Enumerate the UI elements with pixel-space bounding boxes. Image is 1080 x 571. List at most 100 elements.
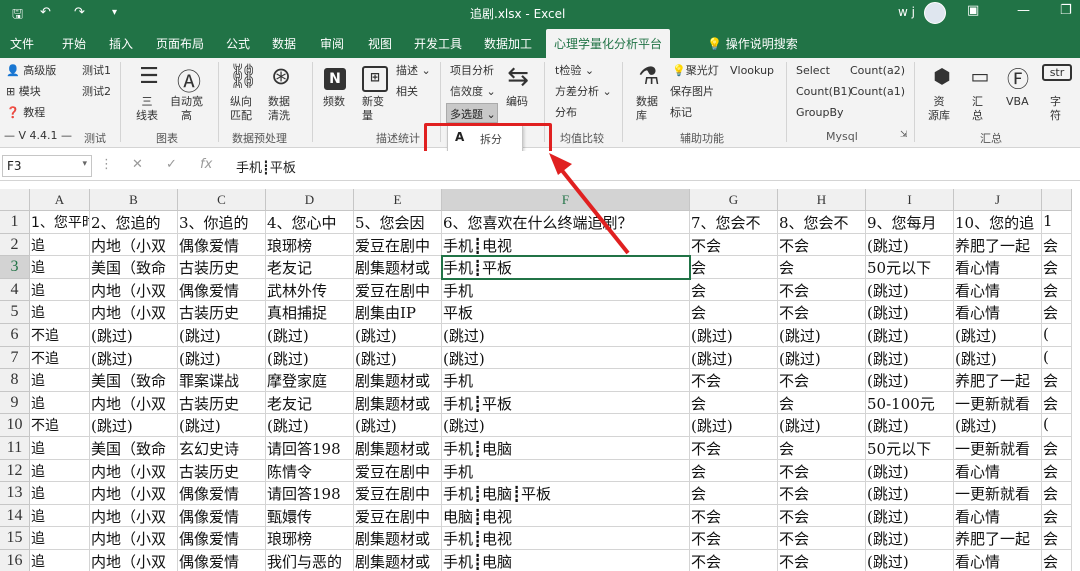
table-cell[interactable]: 1 xyxy=(1042,211,1072,234)
table-cell[interactable]: 平板 xyxy=(442,301,690,324)
reliability-button[interactable]: 信效度 ⌄ xyxy=(450,85,496,99)
table-cell[interactable]: 不会 xyxy=(778,233,866,257)
table-cell[interactable]: 会 xyxy=(778,391,866,415)
tutorial-button[interactable]: ❓ 教程 xyxy=(6,106,45,120)
tab-9[interactable]: 数据加工 xyxy=(484,35,532,52)
table-cell[interactable]: 不会 xyxy=(778,278,866,302)
table-cell[interactable]: 手机 xyxy=(442,278,690,302)
table-cell[interactable]: 摩登家庭 xyxy=(266,369,354,392)
count-b1-button[interactable]: Count(B1) xyxy=(796,85,852,99)
tab-7[interactable]: 视图 xyxy=(368,35,392,52)
tag-button[interactable]: 标记 xyxy=(670,106,692,120)
tab-5[interactable]: 数据 xyxy=(272,35,296,52)
table-cell[interactable]: 不会 xyxy=(778,459,866,483)
row-header[interactable]: 8 xyxy=(0,369,30,392)
table-cell[interactable]: 追 xyxy=(30,301,90,324)
table-cell[interactable]: (跳过) xyxy=(442,414,690,437)
table-cell[interactable]: 养肥了一起 xyxy=(954,233,1042,257)
table-cell[interactable]: (跳过) xyxy=(778,324,866,347)
table-cell[interactable]: 会 xyxy=(1042,233,1072,257)
column-header[interactable]: B xyxy=(90,189,178,211)
table-cell[interactable]: 看心情 xyxy=(954,504,1042,528)
table-cell[interactable]: (跳过) xyxy=(266,324,354,347)
insert-function-icon[interactable]: fx xyxy=(200,157,212,172)
user-name[interactable]: w j xyxy=(898,5,915,19)
table-cell[interactable]: 不会 xyxy=(690,527,778,550)
table-cell[interactable]: (跳过) xyxy=(354,324,442,347)
save-image-button[interactable]: 保存图片 xyxy=(670,85,714,99)
table-cell[interactable]: 手机┋电脑┋平板 xyxy=(442,482,690,505)
table-cell[interactable]: 追 xyxy=(30,391,90,415)
vlookup-button[interactable]: Vlookup xyxy=(730,64,774,78)
restore-icon[interactable]: ❐ xyxy=(1060,3,1072,18)
table-cell[interactable]: 内地（小双 xyxy=(90,459,178,483)
column-header[interactable] xyxy=(1042,189,1072,211)
row-header[interactable]: 7 xyxy=(0,346,30,370)
table-cell[interactable]: 内地（小双 xyxy=(90,301,178,324)
table-cell[interactable]: 内地（小双 xyxy=(90,278,178,302)
table-cell[interactable]: 内地（小双 xyxy=(90,233,178,257)
table-cell[interactable]: 偶像爱情 xyxy=(178,527,266,550)
table-cell[interactable]: 追 xyxy=(30,482,90,505)
table-cell[interactable]: 8、您会不 xyxy=(778,211,866,234)
table-cell[interactable]: 真相捕捉 xyxy=(266,301,354,324)
table-cell[interactable]: (跳过) xyxy=(866,482,954,505)
table-cell[interactable]: 不会 xyxy=(778,301,866,324)
table-cell[interactable]: (跳过) xyxy=(90,414,178,437)
test1-button[interactable]: 测试1 xyxy=(82,64,111,78)
row-header[interactable]: 13 xyxy=(0,482,30,505)
table-cell[interactable]: 内地（小双 xyxy=(90,550,178,571)
table-cell[interactable]: 不追 xyxy=(30,324,90,347)
table-cell[interactable]: 手机┋平板 xyxy=(442,391,690,415)
table-cell[interactable]: 不会 xyxy=(690,369,778,392)
table-cell[interactable]: 追 xyxy=(30,256,90,279)
table-cell[interactable]: 玄幻史诗 xyxy=(178,437,266,460)
column-header[interactable]: E xyxy=(354,189,442,211)
table-cell[interactable]: 剧集题材或 xyxy=(354,391,442,415)
groupby-button[interactable]: GroupBy xyxy=(796,106,844,120)
table-cell[interactable]: 会 xyxy=(1042,437,1072,460)
anova-button[interactable]: 方差分析 ⌄ xyxy=(555,85,612,99)
table-cell[interactable]: 不会 xyxy=(778,482,866,505)
table-cell[interactable]: 美国（致命 xyxy=(90,256,178,279)
table-cell[interactable]: 请回答198 xyxy=(266,482,354,505)
table-cell[interactable]: (跳过) xyxy=(954,346,1042,370)
enter-icon[interactable]: ✓ xyxy=(166,157,177,172)
table-cell[interactable]: ( xyxy=(1042,414,1072,437)
table-cell[interactable]: (跳过) xyxy=(954,324,1042,347)
table-cell[interactable]: 我们与恶的 xyxy=(266,550,354,571)
tab-1[interactable]: 开始 xyxy=(62,35,86,52)
test2-button[interactable]: 测试2 xyxy=(82,85,111,99)
table-cell[interactable]: (跳过) xyxy=(690,414,778,437)
table-cell[interactable]: ( xyxy=(1042,324,1072,347)
describe-button[interactable]: 描述 ⌄ xyxy=(396,64,431,78)
table-cell[interactable]: 电脑┋电视 xyxy=(442,504,690,528)
table-cell[interactable]: 爱豆在剧中 xyxy=(354,482,442,505)
column-header[interactable]: C xyxy=(178,189,266,211)
select-all-corner[interactable] xyxy=(0,189,30,211)
cancel-icon[interactable]: ✕ xyxy=(132,157,143,172)
table-cell[interactable]: 不会 xyxy=(690,437,778,460)
table-cell[interactable]: (跳过) xyxy=(866,504,954,528)
table-cell[interactable]: (跳过) xyxy=(866,459,954,483)
table-cell[interactable]: 会 xyxy=(1042,301,1072,324)
name-box[interactable]: F3 ▾ xyxy=(2,155,92,177)
table-cell[interactable]: 追 xyxy=(30,459,90,483)
table-cell[interactable]: (跳过) xyxy=(866,527,954,550)
data-clean-button[interactable]: 数据 清洗 xyxy=(268,95,290,123)
customize-qat-icon[interactable]: ▾ xyxy=(112,7,117,18)
column-header[interactable]: A xyxy=(30,189,90,211)
table-cell[interactable]: (跳过) xyxy=(690,324,778,347)
formula-input[interactable]: 手机┋平板 xyxy=(228,155,1078,177)
column-header[interactable]: F xyxy=(442,189,690,211)
row-header[interactable]: 3 xyxy=(0,256,30,279)
column-header[interactable]: J xyxy=(954,189,1042,211)
minimize-icon[interactable]: — xyxy=(1017,3,1030,18)
table-cell[interactable]: 内地（小双 xyxy=(90,391,178,415)
table-cell[interactable]: 偶像爱情 xyxy=(178,482,266,505)
table-cell[interactable]: 会 xyxy=(690,391,778,415)
table-cell[interactable]: 手机┋电视 xyxy=(442,233,690,257)
table-cell[interactable]: 不会 xyxy=(690,550,778,571)
table-cell[interactable]: 会 xyxy=(690,301,778,324)
table-cell[interactable]: 剧集题材或 xyxy=(354,256,442,279)
